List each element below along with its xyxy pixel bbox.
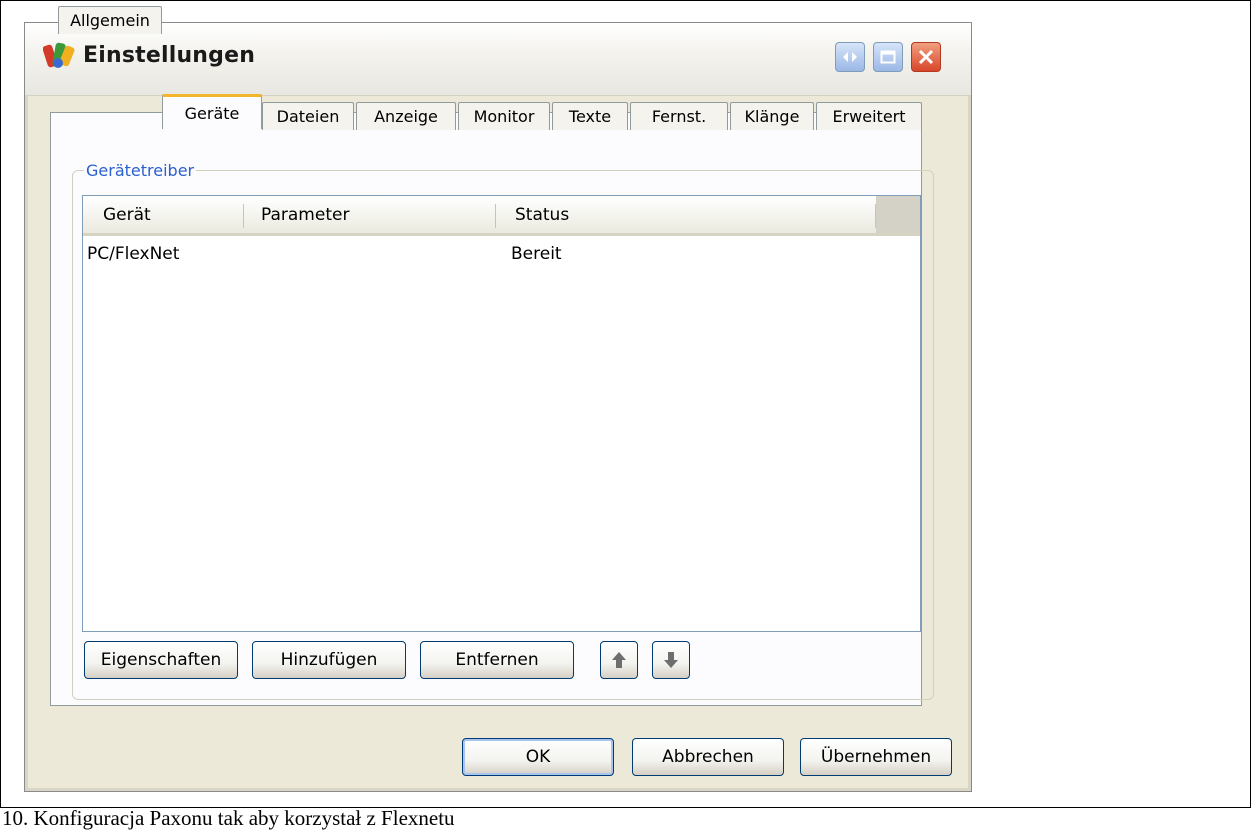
column-separator[interactable]	[495, 204, 496, 228]
maximize-button[interactable]	[873, 42, 903, 72]
apply-button[interactable]: Übernehmen	[800, 738, 952, 776]
column-header-parameter[interactable]: Parameter	[261, 196, 349, 233]
tab-dateien[interactable]: Dateien	[262, 102, 354, 130]
tab-texte[interactable]: Texte	[552, 102, 628, 130]
add-button[interactable]: Hinzufügen	[252, 641, 406, 679]
move-up-button[interactable]	[600, 641, 638, 679]
maximize-icon	[880, 50, 896, 64]
cell-geraet: PC/FlexNet	[87, 244, 180, 264]
cell-status: Bereit	[511, 244, 562, 264]
column-header-geraet[interactable]: Gerät	[103, 196, 151, 233]
tab-allgemein[interactable]: Allgemein	[58, 6, 162, 34]
tab-geraete[interactable]: Geräte	[162, 94, 262, 129]
window-title: Einstellungen	[83, 43, 256, 68]
tab-fernst[interactable]: Fernst.	[630, 102, 728, 130]
remove-button[interactable]: Entfernen	[420, 641, 574, 679]
list-header: Gerät Parameter Status	[83, 196, 920, 236]
app-icon	[42, 41, 75, 71]
cancel-button[interactable]: Abbrechen	[632, 738, 784, 776]
tab-klaenge[interactable]: Klänge	[730, 102, 814, 130]
arrow-up-icon	[612, 652, 626, 668]
tab-erweitert[interactable]: Erweitert	[816, 102, 922, 130]
figure-caption: 10. Konfiguracja Paxonu tak aby korzysta…	[2, 806, 455, 830]
header-filler	[876, 196, 920, 233]
column-separator[interactable]	[243, 204, 244, 228]
close-button[interactable]	[911, 42, 941, 72]
ok-button[interactable]: OK	[462, 738, 614, 776]
arrow-down-icon	[664, 652, 678, 668]
tab-monitor[interactable]: Monitor	[458, 102, 550, 130]
resize-arrows-icon	[843, 52, 857, 62]
title-bar[interactable]: Einstellungen	[25, 23, 971, 96]
groupbox-label: Gerätetreiber	[84, 161, 197, 180]
help-button[interactable]	[835, 42, 865, 72]
column-header-status[interactable]: Status	[515, 196, 569, 233]
move-down-button[interactable]	[652, 641, 690, 679]
close-icon	[918, 49, 934, 65]
driver-list[interactable]: Gerät Parameter Status PC/FlexNet Bereit	[82, 195, 921, 632]
properties-button[interactable]: Eigenschaften	[84, 641, 238, 679]
tab-anzeige[interactable]: Anzeige	[356, 102, 456, 130]
